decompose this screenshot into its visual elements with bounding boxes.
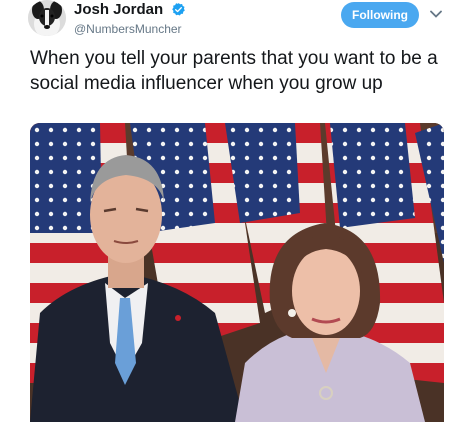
chevron-down-icon[interactable] — [430, 10, 442, 18]
verified-badge-icon — [171, 3, 185, 16]
author-handle[interactable]: @NumbersMuncher — [74, 22, 186, 36]
author-avatar[interactable] — [28, 0, 66, 36]
dog-avatar-icon — [28, 0, 66, 36]
tweet-text: When you tell your parents that you want… — [30, 48, 438, 94]
two-people-in-front-of-flags-photo — [30, 123, 444, 422]
following-button[interactable]: Following — [341, 2, 419, 28]
tweet-photo[interactable] — [30, 123, 444, 422]
tweet-header: Josh Jordan @NumbersMuncher Following — [0, 0, 474, 40]
author-display-name[interactable]: Josh Jordan — [74, 1, 163, 18]
